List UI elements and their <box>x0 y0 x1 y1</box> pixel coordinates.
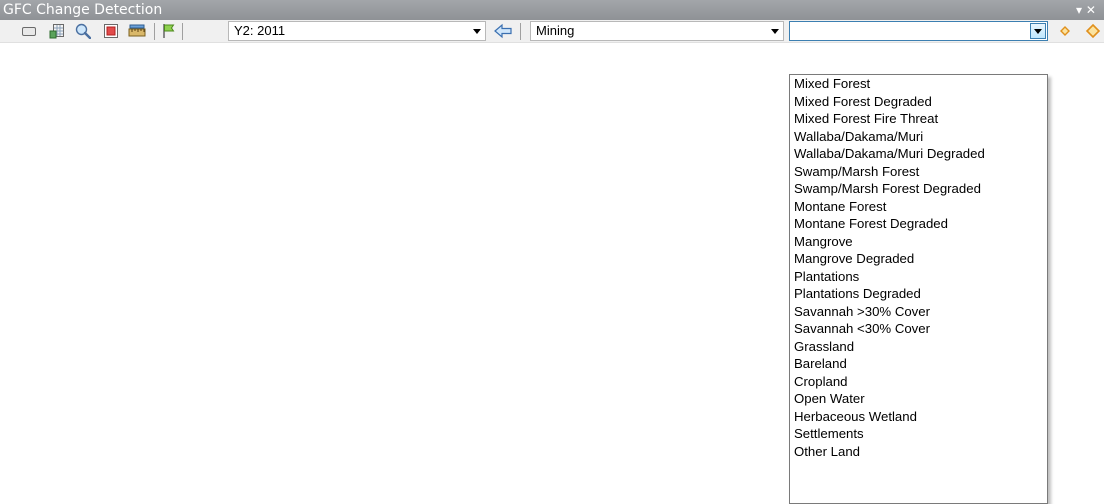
dropdown-item[interactable]: Montane Forest Degraded <box>790 215 1047 233</box>
diamond-icon[interactable] <box>1084 22 1102 40</box>
stop-icon[interactable] <box>102 22 120 40</box>
dropdown-item[interactable]: Open Water <box>790 390 1047 408</box>
dropdown-button[interactable] <box>1030 23 1046 39</box>
dropdown-item[interactable]: Mangrove <box>790 233 1047 251</box>
identify-window-icon[interactable] <box>20 22 38 40</box>
measure-icon[interactable] <box>128 22 146 40</box>
dropdown-item[interactable]: Plantations <box>790 268 1047 286</box>
dropdown-list[interactable]: Mixed Forest Mixed Forest Degraded Mixed F… <box>789 74 1048 504</box>
flag-icon[interactable] <box>160 22 178 40</box>
dropdown-item[interactable]: Plantations Degraded <box>790 285 1047 303</box>
table-icon[interactable] <box>48 22 66 40</box>
dropdown-item[interactable]: Bareland <box>790 355 1047 373</box>
dropdown-item[interactable]: Savannah <30% Cover <box>790 320 1047 338</box>
toolbar: Y2: 2011 Mining <box>0 20 1104 70</box>
class-combo[interactable]: Mining <box>530 21 784 41</box>
zoom-icon[interactable] <box>74 22 92 40</box>
dropdown-item[interactable]: Savannah >30% Cover <box>790 303 1047 321</box>
toolbar-separator <box>182 23 183 40</box>
class-combo-value: Mining <box>536 23 575 38</box>
dropdown-item[interactable]: Wallaba/Dakama/Muri <box>790 128 1047 146</box>
window-title: GFC Change Detection <box>3 2 163 18</box>
chevron-down-icon[interactable] <box>473 29 481 34</box>
dropdown-item[interactable]: Cropland <box>790 373 1047 391</box>
toolbar-separator <box>520 23 521 40</box>
diamond-icon[interactable] <box>1056 22 1074 40</box>
year-combo-value: Y2: 2011 <box>234 23 286 38</box>
dropdown-item[interactable]: Montane Forest <box>790 198 1047 216</box>
dropdown-item[interactable]: Other Land <box>790 443 1047 461</box>
window-controls[interactable]: ▾ ✕ <box>1076 1 1096 19</box>
dropdown-item[interactable]: Wallaba/Dakama/Muri Degraded <box>790 145 1047 163</box>
dropdown-item[interactable]: Mixed Forest Degraded <box>790 93 1047 111</box>
chevron-down-icon[interactable] <box>771 29 779 34</box>
window-titlebar: GFC Change Detection ▾ ✕ <box>0 0 1104 20</box>
year-combo[interactable]: Y2: 2011 <box>228 21 486 41</box>
toolbar-separator <box>154 23 155 40</box>
dropdown-item[interactable]: Mixed Forest Fire Threat <box>790 110 1047 128</box>
target-combo[interactable] <box>789 21 1048 41</box>
dropdown-item[interactable]: Herbaceous Wetland <box>790 408 1047 426</box>
back-arrow-icon[interactable] <box>494 22 512 40</box>
dropdown-item[interactable]: Settlements <box>790 425 1047 443</box>
dropdown-item[interactable]: Mangrove Degraded <box>790 250 1047 268</box>
dropdown-item[interactable]: Mixed Forest <box>790 75 1047 93</box>
dropdown-item[interactable]: Swamp/Marsh Forest Degraded <box>790 180 1047 198</box>
dropdown-item[interactable]: Grassland <box>790 338 1047 356</box>
dropdown-item[interactable]: Swamp/Marsh Forest <box>790 163 1047 181</box>
